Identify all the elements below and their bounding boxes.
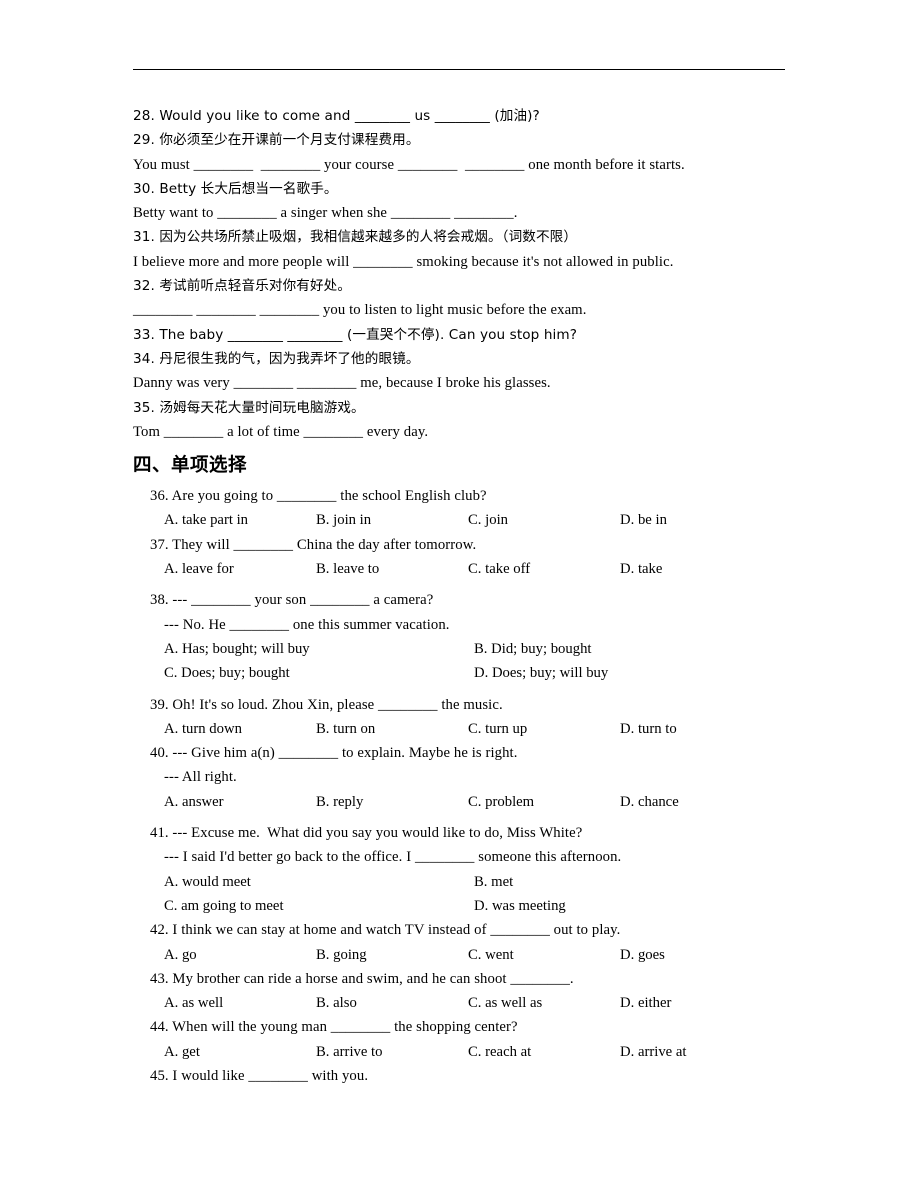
option-choice[interactable]: C. turn up	[468, 717, 620, 741]
option-row: A. turn down B. turn on C. turn up D. turn …	[164, 717, 793, 741]
question-line: 41. --- Excuse me. What did you say you …	[150, 825, 583, 842]
option-choice[interactable]: B. join in	[316, 508, 468, 532]
option-choice[interactable]: A. answer	[164, 790, 316, 814]
section-heading: 四、单项选择	[133, 455, 248, 477]
question-line: 38. --- ________ your son ________ a cam…	[150, 592, 434, 609]
question-line: Betty want to ________ a singer when she…	[133, 205, 518, 222]
option-choice[interactable]: C. reach at	[468, 1040, 620, 1064]
option-choice[interactable]: A. go	[164, 943, 316, 967]
question-line: 29. 你必须至少在开课前一个月支付课程费用。	[133, 132, 420, 149]
option-choice[interactable]: D. was meeting	[474, 894, 566, 918]
option-choice[interactable]: C. went	[468, 943, 620, 967]
question-line: You must ________ ________ your course _…	[133, 156, 685, 173]
option-choice[interactable]: D. Does; buy; will buy	[474, 661, 608, 685]
question-line: 40. --- Give him a(n) ________ to explai…	[150, 745, 518, 762]
option-choice[interactable]: B. going	[316, 943, 468, 967]
option-choice[interactable]: B. leave to	[316, 557, 468, 581]
option-row: C. am going to meet D. was meeting	[164, 894, 793, 918]
option-choice[interactable]: B. Did; buy; bought	[474, 637, 592, 661]
question-line: 44. When will the young man ________ the…	[150, 1019, 518, 1036]
option-row: A. as well B. also C. as well as D. either	[164, 991, 793, 1015]
option-choice[interactable]: C. Does; buy; bought	[164, 661, 474, 685]
question-line: --- I said I'd better go back to the off…	[164, 849, 622, 866]
question-line: 34. 丹尼很生我的气，因为我弄坏了他的眼镜。	[133, 350, 420, 367]
option-choice[interactable]: A. as well	[164, 991, 316, 1015]
option-row: A. leave for B. leave to C. take off D. tak…	[164, 557, 793, 581]
question-line: 32. 考试前听点轻音乐对你有好处。	[133, 278, 352, 295]
option-row: A. get B. arrive to C. reach at D. arrive a…	[164, 1040, 793, 1064]
option-choice[interactable]: D. be in	[620, 508, 667, 532]
option-choice[interactable]: B. reply	[316, 790, 468, 814]
option-row: A. would meet B. met	[164, 870, 793, 894]
option-choice[interactable]: D. goes	[620, 943, 665, 967]
option-choice[interactable]: C. problem	[468, 790, 620, 814]
option-row: C. Does; buy; bought D. Does; buy; will b…	[164, 661, 793, 685]
question-line: Danny was very ________ ________ me, bec…	[133, 375, 551, 392]
question-line: --- All right.	[164, 769, 237, 786]
option-choice[interactable]: A. leave for	[164, 557, 316, 581]
question-line: 42. I think we can stay at home and watc…	[150, 922, 621, 939]
question-line: ________ ________ ________ you to listen…	[133, 302, 587, 319]
question-line: 43. My brother can ride a horse and swim…	[150, 970, 574, 987]
option-choice[interactable]: C. am going to meet	[164, 894, 474, 918]
option-row: A. Has; bought; will buy B. Did; buy; bou…	[164, 637, 793, 661]
question-line: 37. They will ________ China the day aft…	[150, 536, 477, 553]
option-row: A. go B. going C. went D. goes	[164, 943, 793, 967]
option-choice[interactable]: A. get	[164, 1040, 316, 1064]
question-line: 31. 因为公共场所禁止吸烟，我相信越来越多的人将会戒烟。（词数不限）	[133, 229, 578, 246]
question-line: 28. Would you like to come and ________ …	[133, 108, 540, 124]
question-line: 36. Are you going to ________ the school…	[150, 488, 487, 505]
option-choice[interactable]: D. take	[620, 557, 662, 581]
option-row: A. answer B. reply C. problem D. chance	[164, 790, 793, 814]
option-choice[interactable]: D. either	[620, 991, 671, 1015]
option-choice[interactable]: A. take part in	[164, 508, 316, 532]
option-choice[interactable]: A. would meet	[164, 870, 474, 894]
option-choice[interactable]: A. Has; bought; will buy	[164, 637, 474, 661]
option-choice[interactable]: D. chance	[620, 790, 679, 814]
question-line: --- No. He ________ one this summer vaca…	[164, 616, 450, 633]
document-body: 28. Would you like to come and ________ …	[133, 104, 793, 1088]
option-choice[interactable]: B. turn on	[316, 717, 468, 741]
question-line: Tom ________ a lot of time ________ ever…	[133, 423, 429, 440]
option-row: A. take part in B. join in C. join D. be in	[164, 508, 793, 532]
option-choice[interactable]: A. turn down	[164, 717, 316, 741]
option-choice[interactable]: D. turn to	[620, 717, 677, 741]
option-choice[interactable]: B. also	[316, 991, 468, 1015]
question-line: 45. I would like ________ with you.	[150, 1067, 369, 1084]
question-line: 39. Oh! It's so loud. Zhou Xin, please _…	[150, 696, 503, 713]
option-choice[interactable]: C. as well as	[468, 991, 620, 1015]
document-page: 28. Would you like to come and ________ …	[0, 0, 918, 1188]
question-line: 35. 汤姆每天花大量时间玩电脑游戏。	[133, 399, 365, 416]
option-choice[interactable]: C. join	[468, 508, 620, 532]
option-choice[interactable]: C. take off	[468, 557, 620, 581]
question-line: 33. The baby ________ ________ (一直哭个不停).…	[133, 326, 578, 343]
option-choice[interactable]: B. met	[474, 870, 513, 894]
header-rule	[133, 69, 785, 70]
question-line: 30. Betty 长大后想当一名歌手。	[133, 180, 338, 197]
option-choice[interactable]: D. arrive at	[620, 1040, 686, 1064]
option-choice[interactable]: B. arrive to	[316, 1040, 468, 1064]
question-line: I believe more and more people will ____…	[133, 253, 674, 270]
